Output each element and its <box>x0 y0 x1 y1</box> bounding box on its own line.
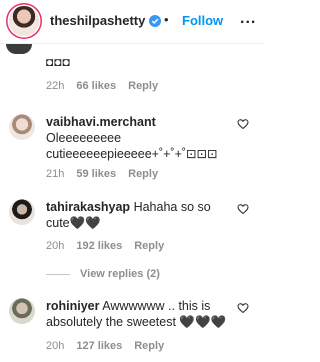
comment-likes[interactable]: 59 likes <box>76 168 116 180</box>
comment-meta: 20h 192 likes Reply <box>46 240 164 252</box>
heart-outline-icon[interactable] <box>237 203 249 215</box>
commenter-avatar[interactable] <box>9 298 35 324</box>
commenter-avatar[interactable] <box>9 114 35 140</box>
commenter-avatar[interactable] <box>9 199 35 225</box>
comment-text: Oleeeeeeeee cutieeeeeepieeeee+˚+˚+˚⊡⊡⊡ <box>46 131 218 161</box>
post-header: theshilpashetty • Follow ... <box>0 0 264 44</box>
previous-commenter-avatar[interactable] <box>6 44 32 54</box>
reply-button[interactable]: Reply <box>128 168 158 180</box>
more-options-icon[interactable]: ... <box>240 10 256 28</box>
reply-button[interactable]: Reply <box>134 340 164 352</box>
author-username[interactable]: theshilpashetty <box>50 13 145 28</box>
commenter-username[interactable]: rohiniyer <box>46 299 100 313</box>
commenter-username[interactable]: vaibhavi.merchant <box>46 115 156 129</box>
previous-comment-meta: 22h 66 likes Reply <box>46 80 158 92</box>
comment-time[interactable]: 20h <box>46 340 64 352</box>
author-username-row[interactable]: theshilpashetty <box>50 13 162 28</box>
comment-meta: 20h 127 likes Reply <box>46 340 164 352</box>
comment-time[interactable]: 22h <box>46 80 64 92</box>
comment-meta: 21h 59 likes Reply <box>46 168 158 180</box>
author-avatar[interactable] <box>9 6 39 36</box>
comment-body: tahirakashyap Hahaha so so cute🖤🖤 <box>46 199 231 231</box>
comment-time[interactable]: 21h <box>46 168 64 180</box>
comment-time[interactable]: 20h <box>46 240 64 252</box>
comment-body: rohiniyer Awwwwww .. this is absolutely … <box>46 298 231 330</box>
view-replies-label[interactable]: View replies (2) <box>80 268 160 280</box>
comment-likes[interactable]: 127 likes <box>76 340 122 352</box>
commenter-username[interactable]: tahirakashyap <box>46 200 130 214</box>
follow-button[interactable]: Follow <box>182 13 223 28</box>
verified-badge-icon <box>149 14 162 27</box>
previous-comment-text: ◘◘◘ <box>46 55 71 69</box>
comment-likes[interactable]: 66 likes <box>76 80 116 92</box>
heart-outline-icon[interactable] <box>237 302 249 314</box>
reply-button[interactable]: Reply <box>134 240 164 252</box>
view-replies-button[interactable]: View replies (2) <box>46 268 160 280</box>
comment-likes[interactable]: 192 likes <box>76 240 122 252</box>
reply-button[interactable]: Reply <box>128 80 158 92</box>
comment-body: vaibhavi.merchant Oleeeeeeeee cutieeeeee… <box>46 114 231 162</box>
view-replies-line <box>46 273 70 275</box>
heart-outline-icon[interactable] <box>237 118 249 130</box>
separator-dot: • <box>164 12 169 27</box>
